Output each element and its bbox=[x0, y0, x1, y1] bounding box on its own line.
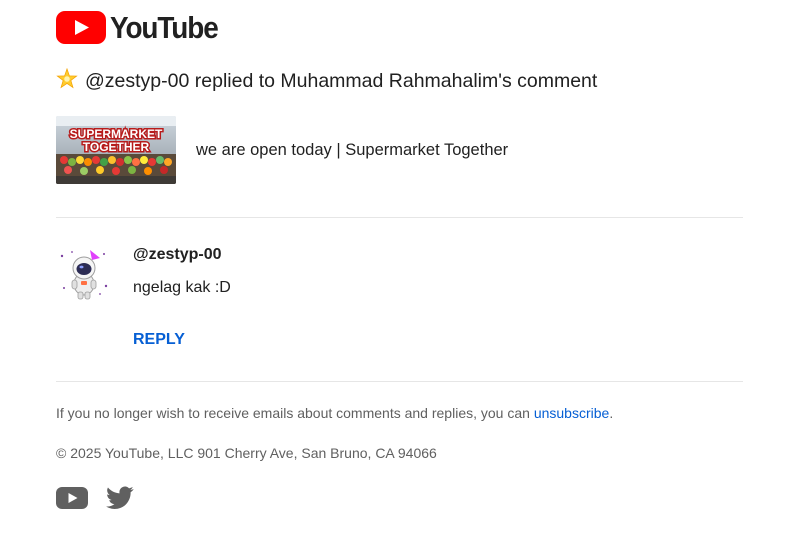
social-links bbox=[56, 486, 134, 510]
youtube-play-icon bbox=[56, 11, 106, 44]
divider bbox=[56, 217, 743, 218]
unsubscribe-link[interactable]: unsubscribe bbox=[534, 405, 610, 421]
thumbnail-text: SUPERMARKET bbox=[70, 127, 163, 141]
reply-text: ngelag kak :D bbox=[133, 279, 231, 296]
video-link[interactable]: SUPERMARKET TOGETHER we are open today |… bbox=[56, 116, 508, 184]
svg-text:TOGETHER: TOGETHER bbox=[83, 140, 150, 154]
youtube-wordmark: YouTube bbox=[110, 10, 219, 45]
astronaut-avatar-icon[interactable] bbox=[56, 246, 112, 302]
reply-button[interactable]: REPLY bbox=[133, 331, 185, 349]
unsubscribe-notice: If you no longer wish to receive emails … bbox=[56, 405, 613, 421]
twitter-icon[interactable] bbox=[106, 486, 134, 510]
glowing-star-icon bbox=[56, 68, 78, 89]
notification-headline: @zestyp-00 replied to Muhammad Rahmahali… bbox=[56, 68, 597, 94]
unsubscribe-prefix: If you no longer wish to receive emails … bbox=[56, 405, 534, 421]
video-thumbnail[interactable]: SUPERMARKET TOGETHER bbox=[56, 116, 176, 184]
reply-author[interactable]: @zestyp-00 bbox=[133, 246, 222, 264]
headline-text: @zestyp-00 replied to Muhammad Rahmahali… bbox=[85, 70, 598, 92]
copyright-text: © 2025 YouTube, LLC 901 Cherry Ave, San … bbox=[56, 445, 437, 461]
youtube-logo[interactable]: YouTube bbox=[56, 11, 230, 44]
divider bbox=[56, 381, 743, 382]
video-title[interactable]: we are open today | Supermarket Together bbox=[196, 141, 508, 160]
youtube-icon[interactable] bbox=[56, 486, 88, 510]
unsubscribe-suffix: . bbox=[609, 405, 614, 421]
